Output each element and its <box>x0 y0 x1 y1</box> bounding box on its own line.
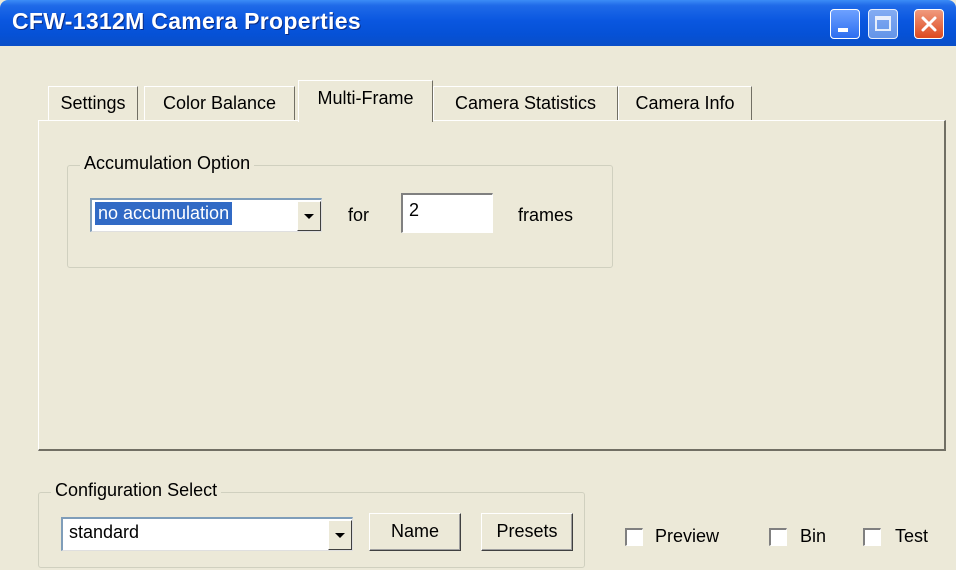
accumulation-option-legend: Accumulation Option <box>80 153 255 174</box>
close-icon <box>921 16 937 32</box>
preview-checkbox[interactable] <box>625 528 643 546</box>
minimize-button[interactable] <box>830 9 860 39</box>
configuration-value: standard <box>69 522 140 542</box>
test-checkbox[interactable] <box>863 528 881 546</box>
tab-settings[interactable]: Settings <box>48 86 138 120</box>
tab-camera-info[interactable]: Camera Info <box>618 86 752 120</box>
tab-camera-statistics[interactable]: Camera Statistics <box>433 86 618 120</box>
close-button[interactable] <box>914 9 944 39</box>
tab-multi-frame[interactable]: Multi-Frame <box>298 80 433 122</box>
configuration-select-legend: Configuration Select <box>51 480 222 501</box>
presets-button[interactable]: Presets <box>481 513 573 551</box>
window-title: CFW-1312M Camera Properties <box>12 8 361 34</box>
multi-frame-panel: Accumulation Option no accumulation for … <box>38 120 946 451</box>
frames-label: frames <box>518 205 574 225</box>
test-label: Test <box>895 526 929 546</box>
bin-label: Bin <box>800 526 827 546</box>
chevron-down-icon <box>304 214 314 219</box>
tab-color-balance[interactable]: Color Balance <box>144 86 295 120</box>
maximize-button[interactable] <box>868 9 898 39</box>
configuration-select-group: Configuration Select standard Name Prese… <box>38 480 585 568</box>
accumulation-mode-value: no accumulation <box>95 202 233 225</box>
accumulation-mode-dropdown[interactable]: no accumulation <box>90 198 322 232</box>
name-button[interactable]: Name <box>369 513 461 551</box>
accumulation-option-group: Accumulation Option no accumulation for … <box>67 153 613 268</box>
frames-count-input[interactable]: 2 <box>401 193 493 233</box>
accumulation-dropdown-button[interactable] <box>297 201 321 231</box>
preview-label: Preview <box>655 526 720 546</box>
for-label: for <box>348 205 370 225</box>
configuration-dropdown-button[interactable] <box>328 520 352 550</box>
maximize-icon <box>875 16 891 31</box>
chevron-down-icon <box>335 533 345 538</box>
camera-properties-window: CFW-1312M Camera Properties Settings Col… <box>0 0 956 570</box>
title-bar[interactable]: CFW-1312M Camera Properties <box>0 0 956 46</box>
configuration-dropdown[interactable]: standard <box>61 517 353 551</box>
minimize-icon <box>838 28 848 32</box>
bin-checkbox[interactable] <box>769 528 787 546</box>
